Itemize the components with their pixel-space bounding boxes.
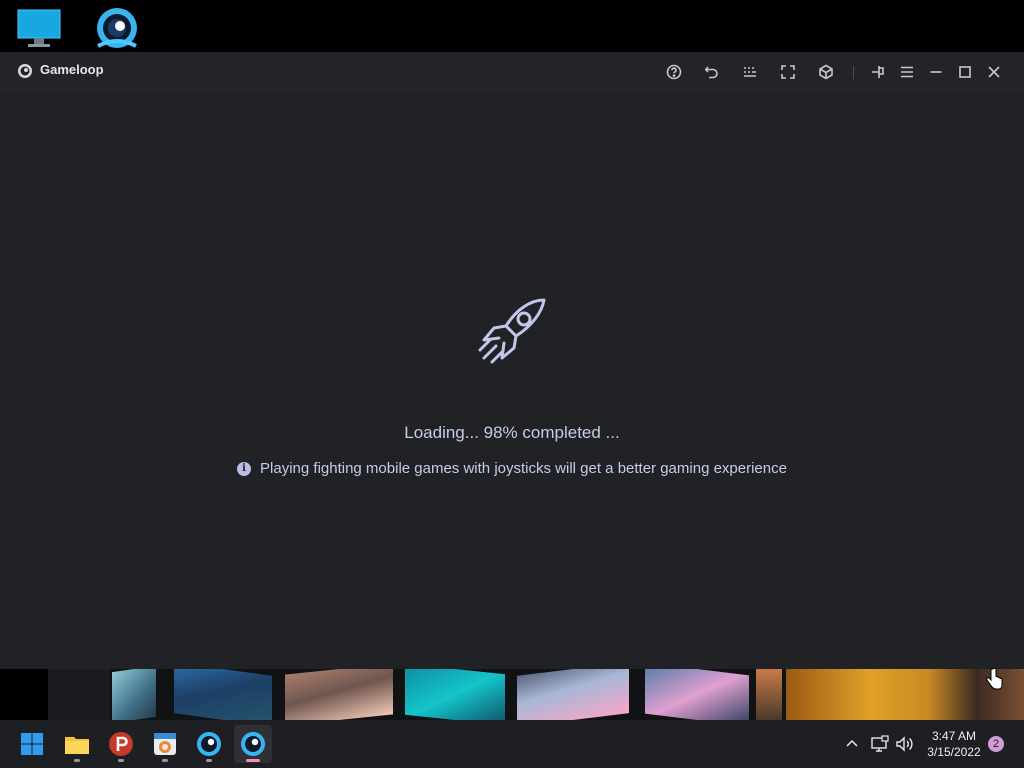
windows-logo-icon <box>21 733 43 755</box>
menu-icon <box>901 66 913 78</box>
clock-time: 3:47 AM <box>931 729 977 743</box>
taskbar-gameloop[interactable] <box>190 725 228 763</box>
gameloop-desktop-icon[interactable] <box>92 6 138 50</box>
taskbar-photo-editor[interactable] <box>146 725 184 763</box>
taskbar-file-explorer[interactable] <box>58 725 96 763</box>
fullscreen-icon <box>781 65 795 79</box>
pin-button[interactable] <box>868 62 888 82</box>
taskbar-gameloop-active[interactable] <box>234 725 272 763</box>
network-icon[interactable] <box>870 735 890 753</box>
banner-tile <box>756 669 782 720</box>
gameloop-icon <box>241 732 265 756</box>
close-button[interactable] <box>984 62 1004 82</box>
3d-box-icon <box>819 64 833 80</box>
banner-tile <box>405 669 505 720</box>
loading-tip: i Playing fighting mobile games with joy… <box>0 460 1024 477</box>
menu-button[interactable] <box>897 62 917 82</box>
help-icon <box>666 64 682 80</box>
undo-icon <box>704 66 718 79</box>
running-indicator <box>206 759 212 762</box>
minimize-button[interactable] <box>926 62 946 82</box>
maximize-icon <box>959 66 971 78</box>
pin-icon <box>872 66 884 78</box>
help-button[interactable] <box>664 62 684 82</box>
folder-icon <box>65 737 89 754</box>
keymap-button[interactable] <box>740 62 760 82</box>
undo-button[interactable] <box>702 62 722 82</box>
show-hidden-icons-chevron-icon[interactable] <box>844 736 860 752</box>
info-icon: i <box>237 461 252 476</box>
game-banner-strip <box>0 669 1024 720</box>
keymap-icon <box>744 67 756 77</box>
maximize-button[interactable] <box>955 62 975 82</box>
clock[interactable]: 3:47 AM 3/15/2022 <box>920 728 988 760</box>
gameloop-window: Gameloop Loading... 98% completed ... i … <box>0 52 1024 720</box>
taskbar: 3:47 AM 3/15/2022 2 <box>0 720 1024 768</box>
p-app-icon <box>109 732 133 756</box>
gameloop-icon <box>197 732 221 756</box>
title-bar[interactable]: Gameloop <box>0 52 1024 92</box>
photo-editor-icon <box>154 733 176 755</box>
loading-progress-text: Loading... 98% completed ... <box>404 423 620 442</box>
running-indicator <box>74 759 80 762</box>
rocket-icon <box>478 298 546 364</box>
window-title: Gameloop <box>40 62 104 77</box>
hand-cursor-icon <box>986 667 1003 690</box>
toolbar-separator <box>853 66 854 79</box>
taskbar-p-app[interactable] <box>102 725 140 763</box>
gameloop-logo-icon <box>18 64 32 78</box>
loading-screen: Loading... 98% completed ... i Playing f… <box>0 92 1024 669</box>
banner-tile <box>0 669 48 720</box>
desktop <box>0 0 1024 52</box>
tip-text: Playing fighting mobile games with joyst… <box>260 460 787 477</box>
close-icon <box>988 66 1000 78</box>
start-button[interactable] <box>13 725 51 763</box>
banner-tile <box>645 669 749 720</box>
3d-view-button[interactable] <box>816 62 836 82</box>
banner-tile <box>112 669 156 720</box>
banner-tile <box>285 669 393 720</box>
banner-tile <box>48 669 110 720</box>
volume-icon[interactable] <box>895 735 915 753</box>
running-indicator <box>118 759 124 762</box>
clock-date: 3/15/2022 <box>927 745 981 759</box>
notification-badge[interactable]: 2 <box>988 736 1004 752</box>
running-indicator <box>162 759 168 762</box>
banner-tile <box>174 669 272 720</box>
this-pc-desktop-icon[interactable] <box>16 6 62 50</box>
active-indicator <box>246 759 260 762</box>
banner-tile <box>517 669 629 720</box>
minimize-icon <box>930 71 942 73</box>
fullscreen-button[interactable] <box>778 62 798 82</box>
